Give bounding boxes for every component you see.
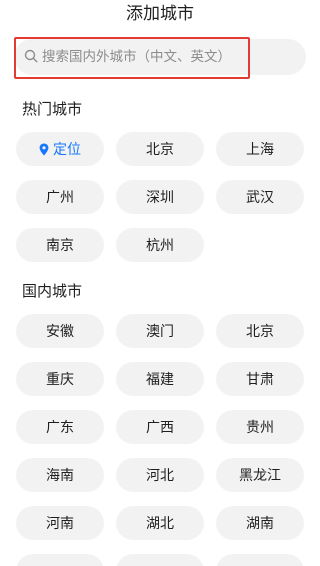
province-chip-heilongjiang[interactable]: 黑龙江 xyxy=(216,458,304,492)
province-chip-hebei[interactable]: 河北 xyxy=(116,458,204,492)
city-chip-beijing[interactable]: 北京 xyxy=(116,132,204,166)
locate-button[interactable]: 定位 xyxy=(16,132,104,166)
province-chip-anhui[interactable]: 安徽 xyxy=(16,314,104,348)
domestic-cities-title: 国内城市 xyxy=(22,282,83,300)
location-pin-icon xyxy=(39,143,49,155)
city-chip-wuhan[interactable]: 武汉 xyxy=(216,180,304,214)
add-city-page: 添加城市 热门城市 定位 北京 上海 广州 深圳 武汉 南京 杭州 国内城市 安… xyxy=(0,0,320,566)
city-chip-shanghai[interactable]: 上海 xyxy=(216,132,304,166)
province-chip-partial[interactable] xyxy=(16,554,104,566)
province-chip-beijing[interactable]: 北京 xyxy=(216,314,304,348)
locate-label: 定位 xyxy=(53,142,81,158)
province-chip-hunan[interactable]: 湖南 xyxy=(216,506,304,540)
city-chip-guangzhou[interactable]: 广州 xyxy=(16,180,104,214)
province-chip-guizhou[interactable]: 贵州 xyxy=(216,410,304,444)
province-chip-hubei[interactable]: 湖北 xyxy=(116,506,204,540)
city-chip-shenzhen[interactable]: 深圳 xyxy=(116,180,204,214)
city-chip-hangzhou[interactable]: 杭州 xyxy=(116,228,204,262)
province-chip-guangdong[interactable]: 广东 xyxy=(16,410,104,444)
province-chip-gansu[interactable]: 甘肃 xyxy=(216,362,304,396)
province-chip-partial[interactable] xyxy=(116,554,204,566)
province-chip-hainan[interactable]: 海南 xyxy=(16,458,104,492)
province-chip-guangxi[interactable]: 广西 xyxy=(116,410,204,444)
city-chip-nanjing[interactable]: 南京 xyxy=(16,228,104,262)
province-chip-henan[interactable]: 河南 xyxy=(16,506,104,540)
province-chip-macau[interactable]: 澳门 xyxy=(116,314,204,348)
page-title: 添加城市 xyxy=(126,4,194,24)
search-highlight-frame xyxy=(14,37,250,79)
province-chip-fujian[interactable]: 福建 xyxy=(116,362,204,396)
hot-cities-title: 热门城市 xyxy=(22,100,83,118)
province-chip-chongqing[interactable]: 重庆 xyxy=(16,362,104,396)
province-chip-partial[interactable] xyxy=(216,554,304,566)
